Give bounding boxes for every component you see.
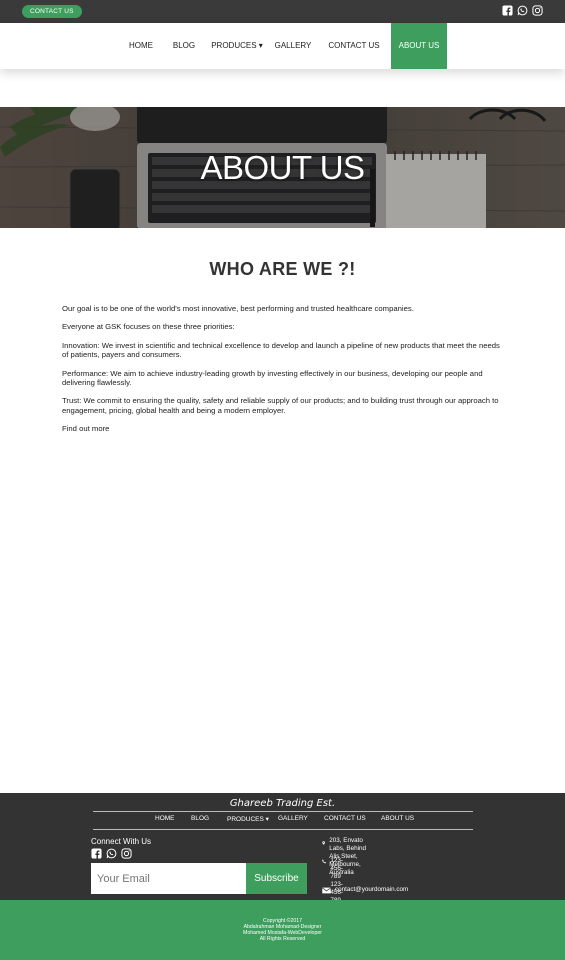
- facebook-icon[interactable]: [91, 848, 102, 859]
- footer-nav-home[interactable]: HOME: [155, 815, 175, 822]
- paragraph-performance: Performance: We aim to achieve industry-…: [62, 368, 483, 388]
- nav-item-home[interactable]: HOME: [122, 23, 160, 69]
- instagram-icon[interactable]: [532, 5, 543, 16]
- hero-banner: ABOUT US: [0, 107, 565, 228]
- paragraph-priorities: Everyone at GSK focuses on these three p…: [62, 322, 235, 332]
- top-contact-button[interactable]: CONTACT US: [22, 5, 82, 18]
- nav-item-contact-us[interactable]: CONTACT US: [322, 23, 386, 69]
- phone-number-1: 123-456-789: [330, 857, 343, 880]
- main-nav: HOME BLOG PRODUCES ▾ GALLERY CONTACT US …: [0, 23, 565, 69]
- paragraph-innovation: Innovation: We invest in scientific and …: [62, 340, 500, 360]
- email-input[interactable]: [91, 863, 246, 894]
- whatsapp-icon[interactable]: [517, 5, 528, 16]
- email-row: contact@yourdomain.com: [322, 886, 408, 894]
- whatsapp-icon[interactable]: [106, 848, 117, 859]
- top-bar: CONTACT US: [0, 0, 565, 23]
- nav-item-gallery[interactable]: GALLERY: [270, 23, 316, 69]
- nav-item-produces[interactable]: PRODUCES ▾: [208, 23, 266, 69]
- footer-nav-blog[interactable]: BLOG: [191, 815, 209, 822]
- phone-icon: [322, 859, 326, 864]
- instagram-icon[interactable]: [121, 848, 132, 859]
- footer-social-icons: [91, 848, 132, 859]
- find-out-more-link[interactable]: Find out more: [62, 424, 506, 433]
- footer-divider-bottom: [93, 829, 473, 830]
- copyright-bar: Copyright ©2017 Abdalrahman Mohamad-Desi…: [0, 900, 565, 960]
- hero-title: ABOUT US: [200, 149, 365, 186]
- footer-divider-top: [93, 811, 473, 812]
- copyright-line-4: All Rights Reserved: [259, 936, 306, 942]
- paragraph-trust: Trust: We commit to ensuring the quality…: [62, 396, 499, 415]
- location-pin-icon: [322, 841, 325, 845]
- envelope-icon: [322, 887, 331, 894]
- about-content: Our goal is to be one of the world's mos…: [62, 304, 506, 443]
- nav-item-blog[interactable]: BLOG: [167, 23, 201, 69]
- footer-brand: Ghareeb Trading Est.: [229, 798, 336, 809]
- footer: Ghareeb Trading Est. HOME BLOG PRODUCES …: [0, 793, 565, 928]
- nav-item-about-us[interactable]: ABOUT US: [391, 23, 447, 69]
- connect-label: Connect With Us: [91, 837, 152, 846]
- section-heading: WHO ARE WE ?!: [209, 259, 356, 279]
- footer-nav-gallery[interactable]: GALLERY: [278, 815, 308, 822]
- contact-email[interactable]: contact@yourdomain.com: [335, 886, 408, 894]
- subscribe-button[interactable]: Subscribe: [246, 863, 307, 894]
- footer-nav-about-us[interactable]: ABOUT US: [381, 815, 414, 822]
- footer-nav-contact-us[interactable]: CONTACT US: [324, 815, 366, 822]
- top-social-icons: [502, 5, 543, 16]
- paragraph-goal: Our goal is to be one of the world's mos…: [62, 304, 414, 313]
- footer-nav-produces[interactable]: PRODUCES ▾: [227, 815, 269, 823]
- facebook-icon[interactable]: [502, 5, 513, 16]
- page: CONTACT US HOME BLOG PRODUCES ▾ GALLERY …: [0, 0, 565, 960]
